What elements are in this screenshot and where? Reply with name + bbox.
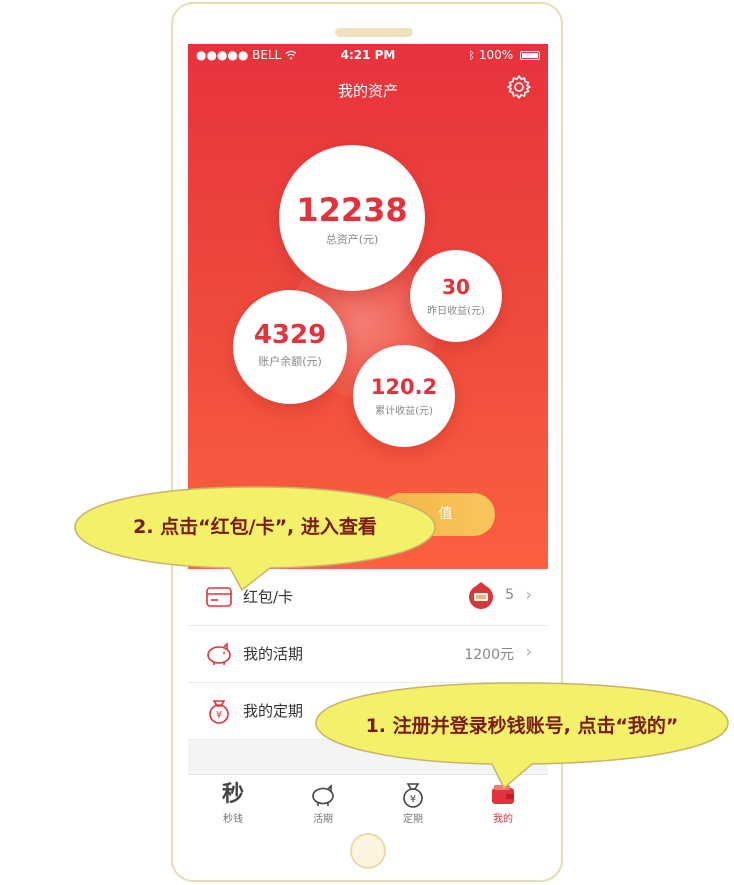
bluetooth-icon: ᛒ <box>468 49 476 62</box>
yesterday-earnings-label: 昨日收益(元) <box>427 306 485 317</box>
battery-status: ᛒ 100% <box>468 48 540 62</box>
tab-label: 我的 <box>493 814 513 824</box>
chevron-right-icon: › <box>525 585 532 604</box>
tab-miaoqian[interactable]: 秒 秒钱 <box>188 775 278 824</box>
account-balance-label: 账户余额(元) <box>258 355 322 368</box>
action-button-label: 值 <box>438 506 453 522</box>
list-item-value: 5 <box>505 587 514 603</box>
chevron-right-icon: › <box>525 642 532 661</box>
phone-speaker <box>335 28 413 37</box>
callout-step-1: 1. 注册并登录秒钱账号, 点击“我的” <box>312 680 732 790</box>
yesterday-earnings-bubble[interactable]: 30 昨日收益(元) <box>410 250 502 342</box>
list-item-value: 1200元 <box>464 647 514 663</box>
total-assets-label: 总资产(元) <box>325 233 379 246</box>
tab-label: 活期 <box>313 814 333 824</box>
list-item-current-deposit[interactable]: 我的活期 1200元 › <box>188 626 548 683</box>
red-packet-badge-icon <box>469 582 493 609</box>
callout-step-1-text: 1. 注册并登录秒钱账号, 点击“我的” <box>365 715 679 737</box>
status-bar: ●●●●● BELL 4:21 PM ᛒ 100% <box>188 44 548 66</box>
cumulative-earnings-value: 120.2 <box>370 375 438 399</box>
svg-text:¥: ¥ <box>216 710 222 721</box>
miao-icon: 秒 <box>221 782 244 807</box>
cumulative-earnings-label: 累计收益(元) <box>375 406 433 417</box>
battery-icon <box>520 51 540 60</box>
settings-gear-icon[interactable] <box>506 74 532 100</box>
page-title: 我的资产 <box>337 82 398 100</box>
account-balance-bubble[interactable]: 4329 账户余额(元) <box>233 290 347 404</box>
account-balance-value: 4329 <box>253 320 327 350</box>
piggy-bank-icon <box>207 642 231 665</box>
list-item-label: 我的定期 <box>243 702 304 720</box>
list-item-label: 我的活期 <box>243 645 304 663</box>
total-assets-value: 12238 <box>296 191 408 229</box>
tab-label: 秒钱 <box>223 814 243 824</box>
total-assets-bubble[interactable]: 12238 总资产(元) <box>279 145 425 291</box>
svg-text:¥: ¥ <box>410 794 416 805</box>
callout-step-2-text: 2. 点击“红包/卡”, 进入查看 <box>133 516 377 538</box>
home-button[interactable] <box>350 833 386 869</box>
money-bag-icon: ¥ <box>209 700 229 724</box>
tab-label: 定期 <box>403 814 423 824</box>
yesterday-earnings-value: 30 <box>442 275 470 299</box>
cumulative-earnings-bubble[interactable]: 120.2 累计收益(元) <box>353 345 455 447</box>
callout-step-2: 2. 点击“红包/卡”, 进入查看 <box>70 482 440 592</box>
